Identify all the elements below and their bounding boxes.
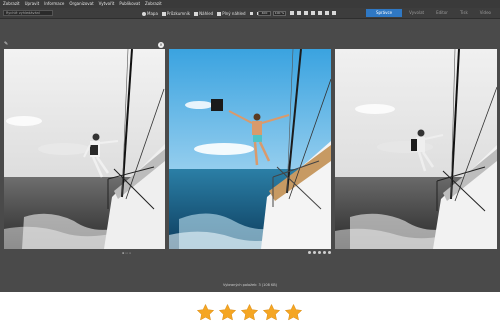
- view-tools: Mapa Průzkumník Náhled Plný náhled: [142, 10, 260, 17]
- page-dot[interactable]: [323, 251, 326, 254]
- compare-icon[interactable]: [290, 11, 294, 15]
- preview-button[interactable]: Náhled: [194, 11, 213, 16]
- menu-item-info[interactable]: Informace: [44, 0, 64, 8]
- compare-area: [0, 40, 500, 251]
- toolbar: Rychlé vyhledávání Mapa Průzkumník Náhle…: [0, 8, 500, 19]
- menu-item-create[interactable]: Vytvořit: [99, 0, 115, 8]
- photo-color-center-image: [169, 49, 331, 249]
- zoom-field[interactable]: 100 %: [273, 11, 286, 16]
- preview-label: Náhled: [199, 11, 214, 16]
- menu-item-view[interactable]: Zobrazit: [3, 0, 20, 8]
- lock-icon[interactable]: [304, 11, 308, 15]
- rotate-left-icon[interactable]: [311, 11, 315, 15]
- photo-grayscale-right-image: [335, 49, 497, 249]
- star-icon[interactable]: [240, 303, 259, 322]
- right-tools: [290, 11, 336, 15]
- grid-view-button[interactable]: [249, 12, 253, 15]
- pane-indicator: ▪ ▫ ▫: [122, 251, 132, 255]
- star-icon[interactable]: [196, 303, 215, 322]
- app-window: Zobrazit Upravit Informace Organizovat V…: [0, 0, 500, 292]
- map-pin-icon: [142, 11, 146, 16]
- page-dot[interactable]: [318, 251, 321, 254]
- menu-item-publish[interactable]: Publikovat: [119, 0, 140, 8]
- mode-tabs: Správce Vyvolat Editor Tisk Video: [365, 9, 496, 17]
- explorer-label: Průzkumník: [166, 11, 191, 16]
- menu-item-edit[interactable]: Upravit: [25, 0, 40, 8]
- photo-grayscale-left-image: [4, 49, 165, 249]
- menu-item-organize[interactable]: Organizovat: [69, 0, 93, 8]
- tab-video[interactable]: Video: [475, 9, 496, 17]
- photo-grayscale-right[interactable]: [335, 49, 497, 249]
- pagination-dots: [308, 251, 331, 254]
- menu-bar: Zobrazit Upravit Informace Organizovat V…: [0, 0, 500, 8]
- star-icon[interactable]: [262, 303, 281, 322]
- map-button[interactable]: Mapa: [142, 11, 158, 16]
- page-dot[interactable]: [313, 251, 316, 254]
- monitor-icon: [217, 11, 222, 16]
- tab-print[interactable]: Tisk: [455, 9, 473, 17]
- photo-color-center[interactable]: [169, 49, 331, 249]
- star-icon[interactable]: [218, 303, 237, 322]
- search-input[interactable]: Rychlé vyhledávání: [3, 10, 53, 16]
- menu-item-view-2[interactable]: Zobrazit: [145, 0, 162, 8]
- star-icon[interactable]: [284, 303, 303, 322]
- selection-status: Vybraných položek: 3 (108 KB): [222, 283, 278, 287]
- thumbnail-size-field[interactable]: 400: [258, 11, 271, 16]
- tab-editor[interactable]: Editor: [431, 9, 453, 17]
- full-preview-button[interactable]: Plný náhled: [217, 11, 246, 16]
- flip-icon[interactable]: [325, 11, 329, 15]
- full-preview-label: Plný náhled: [222, 11, 246, 16]
- page-dot[interactable]: [308, 251, 311, 254]
- grid-icon: [249, 12, 253, 15]
- settings-icon[interactable]: [332, 11, 336, 15]
- folder-icon: [161, 11, 166, 16]
- tab-develop[interactable]: Vyvolat: [404, 9, 429, 17]
- tab-manager[interactable]: Správce: [365, 9, 403, 17]
- rotate-right-icon[interactable]: [318, 11, 322, 15]
- star-rating[interactable]: [196, 303, 303, 322]
- page-dot[interactable]: [328, 251, 331, 254]
- explorer-button[interactable]: Průzkumník: [161, 11, 191, 16]
- map-label: Mapa: [147, 11, 158, 16]
- image-icon: [194, 11, 199, 16]
- photo-grayscale-left[interactable]: [4, 49, 165, 249]
- fullscreen-icon[interactable]: [297, 11, 301, 15]
